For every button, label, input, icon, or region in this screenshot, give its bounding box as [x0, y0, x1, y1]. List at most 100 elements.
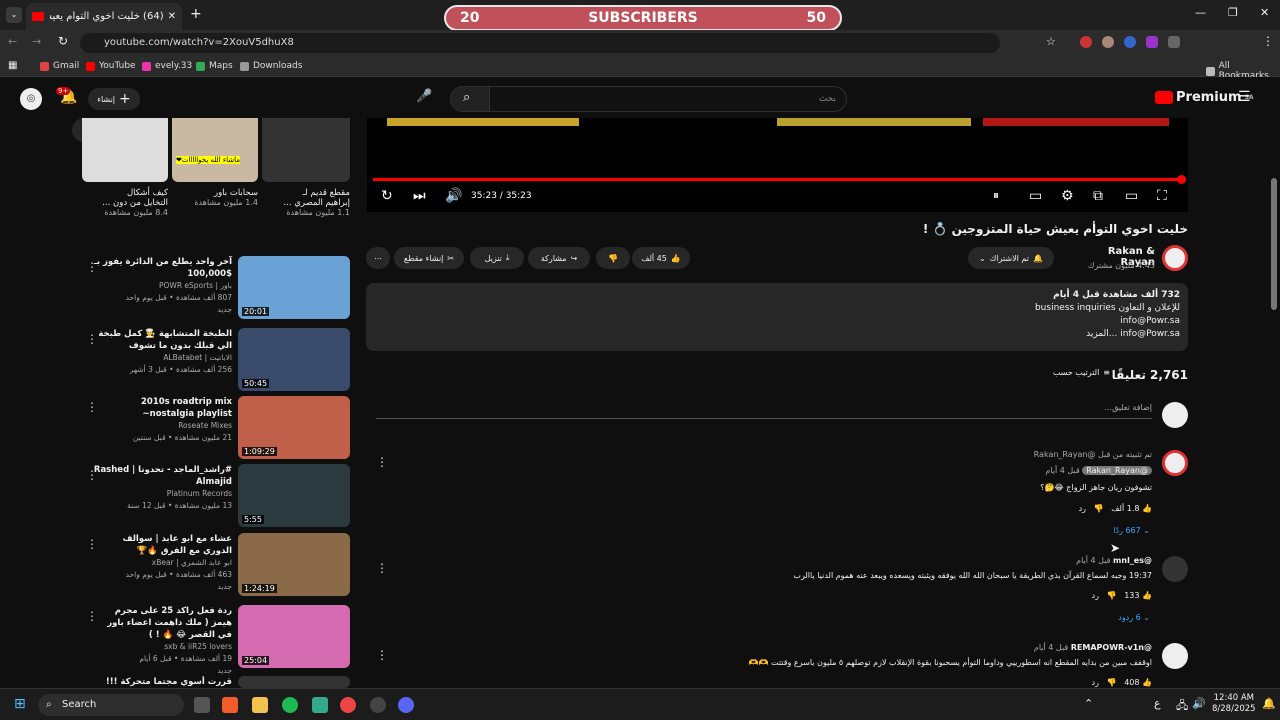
- clock[interactable]: 12:40 AM 8/28/2025: [1212, 693, 1256, 715]
- comment-author[interactable]: @REMAPOWR-v1n قبل 4 أيام: [900, 643, 1152, 652]
- more-options-icon[interactable]: ⋮: [86, 609, 98, 623]
- search-input[interactable]: بحث: [489, 86, 847, 112]
- chrome-icon[interactable]: [340, 697, 356, 713]
- reload-icon[interactable]: ↻: [58, 34, 68, 48]
- sort-button[interactable]: ≡ الترتيب حسب: [1040, 368, 1110, 377]
- short-thumb[interactable]: [262, 118, 350, 182]
- more-options-icon[interactable]: ⋮: [86, 400, 98, 414]
- comment-like-count[interactable]: 👍 408 👎 رد: [1000, 678, 1152, 687]
- clip-button[interactable]: ✂ إنشاء مقطع: [394, 247, 464, 269]
- brave-icon[interactable]: [222, 697, 238, 713]
- rail-video[interactable]: 20:01 آخر واحد يطلع من الدائرة يفوز بـ $…: [86, 256, 350, 320]
- create-button[interactable]: + إنشاء: [88, 88, 140, 110]
- fullscreen-icon[interactable]: ⛶: [1157, 188, 1167, 204]
- description-more[interactable]: info@Powr.sa ...المزيد: [374, 328, 1180, 341]
- voice-search-icon[interactable]: 🎤: [416, 89, 432, 104]
- comment-like-count[interactable]: 👍 133 👎 رد: [1000, 591, 1152, 600]
- restore-icon[interactable]: ❐: [1228, 6, 1238, 19]
- taskbar-search[interactable]: ⌕ Search: [38, 694, 184, 716]
- notification-center-icon[interactable]: 🔔: [1262, 697, 1276, 710]
- search-button[interactable]: ⌕: [450, 86, 490, 112]
- thumbs-down-icon[interactable]: 👎: [1107, 678, 1117, 687]
- video-thumbnail[interactable]: 20:01: [238, 256, 350, 319]
- view-replies-button[interactable]: ⌄ 667 ردًا: [1050, 526, 1150, 535]
- browser-tab[interactable]: (64) خليت اخوي التوأم يعيش حيا ✕: [26, 3, 182, 30]
- thumbs-down-icon[interactable]: 👎: [1094, 504, 1104, 513]
- dislike-button[interactable]: 👎: [596, 247, 630, 269]
- more-options-icon[interactable]: ⋮: [86, 537, 98, 551]
- new-tab-icon[interactable]: +: [190, 6, 202, 22]
- reply-button[interactable]: رد: [1092, 591, 1099, 600]
- apps-grid-icon[interactable]: ▦: [8, 60, 17, 71]
- autoplay-toggle[interactable]: ⏸: [993, 188, 999, 203]
- taskview-icon[interactable]: [194, 697, 210, 713]
- volume-icon[interactable]: 🔊: [445, 188, 462, 204]
- share-button[interactable]: ↪ مشاركة: [528, 247, 590, 269]
- more-options-icon[interactable]: ⋮: [86, 468, 98, 482]
- comment-avatar[interactable]: [1162, 556, 1188, 582]
- replay-icon[interactable]: ↻: [381, 188, 393, 204]
- bookmark-maps[interactable]: Maps: [196, 61, 233, 71]
- theater-mode-icon[interactable]: ▭: [1125, 188, 1138, 204]
- next-icon[interactable]: ⏭: [413, 188, 426, 204]
- more-options-icon[interactable]: ⋮: [376, 561, 388, 575]
- page-scrollbar[interactable]: [1271, 178, 1277, 310]
- progress-bar[interactable]: [373, 178, 1182, 181]
- back-icon[interactable]: ←: [8, 35, 17, 48]
- discord-icon[interactable]: [398, 697, 414, 713]
- explorer-icon[interactable]: [252, 697, 268, 713]
- download-button[interactable]: ⤓ تنزيل: [470, 247, 524, 269]
- bookmark-star-icon[interactable]: ☆: [1046, 35, 1056, 48]
- like-button[interactable]: 👍 45 ألف: [632, 247, 690, 269]
- rail-video[interactable]: 5:55 #راشد_الماجد - تحدونا | Rashed Alma…: [86, 464, 350, 528]
- guide-menu-icon[interactable]: ☰: [1238, 89, 1251, 105]
- short-thumb[interactable]: ماشاء الله يخوااااات❤: [172, 118, 258, 182]
- volume-tray-icon[interactable]: 🔊: [1192, 697, 1206, 710]
- add-comment-input[interactable]: إضافة تعليق...: [376, 403, 1152, 419]
- spotify-icon[interactable]: [282, 697, 298, 713]
- view-replies-button[interactable]: ⌄ 6 ردود: [1050, 613, 1150, 622]
- comment-like-count[interactable]: 👍 1.8 ألف 👎 رد: [1000, 504, 1152, 513]
- channel-avatar[interactable]: [1162, 245, 1188, 271]
- more-options-icon[interactable]: ⋮: [86, 260, 98, 274]
- rail-video[interactable]: 1:09:29 2010s roadtrip mix ~nostalgia pl…: [86, 396, 350, 460]
- rail-video[interactable]: 25:04 ردة فعل راكد 25 على مجرم هيمز ( مل…: [86, 605, 350, 675]
- more-options-icon[interactable]: ⋮: [86, 332, 98, 346]
- more-options-icon[interactable]: ⋮: [376, 648, 388, 662]
- minimize-icon[interactable]: —: [1195, 6, 1206, 19]
- bookmark-evely[interactable]: evely.33: [142, 61, 192, 71]
- bookmark-youtube[interactable]: YouTube: [86, 61, 136, 71]
- tray-chevron-icon[interactable]: ⌃: [1084, 697, 1093, 710]
- settings-gear-icon[interactable]: ⚙: [1061, 188, 1074, 204]
- video-thumbnail[interactable]: 25:04: [238, 605, 350, 668]
- close-tab-icon[interactable]: ✕: [168, 11, 176, 22]
- video-thumbnail[interactable]: [238, 676, 350, 688]
- tab-search-button[interactable]: ⌄: [6, 7, 22, 23]
- more-options-icon[interactable]: ⋮: [376, 455, 388, 469]
- comment-author[interactable]: @Rakan_Rayan قبل 4 أيام: [900, 466, 1152, 475]
- reply-button[interactable]: رد: [1092, 678, 1099, 687]
- windows-start-icon[interactable]: ⊞: [14, 696, 26, 712]
- close-window-icon[interactable]: ✕: [1260, 6, 1269, 19]
- video-player[interactable]: ↻ ⏭ 🔊 35:23 / 35:23 ⏸ ▭ ⚙ ⧉ ▭ ⛶: [367, 118, 1188, 212]
- rail-video[interactable]: 1:24:19 عشاء مع ابو عابد | سوالف الدوري …: [86, 533, 350, 597]
- description-box[interactable]: 732 ألف مشاهدة قبل 4 أيام للإعلان و التع…: [366, 283, 1188, 351]
- bookmark-gmail[interactable]: Gmail: [40, 61, 79, 71]
- extensions-icons[interactable]: [1080, 36, 1220, 50]
- forward-icon[interactable]: →: [32, 35, 41, 48]
- obs-icon[interactable]: [370, 697, 386, 713]
- avatar[interactable]: ◎: [20, 88, 42, 110]
- rail-video[interactable]: قررت أسوي مجتما متحركة !!!: [86, 676, 350, 688]
- menu-dots-icon[interactable]: ⋮: [1262, 34, 1274, 48]
- video-thumbnail[interactable]: 1:24:19: [238, 533, 350, 596]
- subscribed-button[interactable]: 🔔 تم الاشتراك ⌄: [968, 247, 1054, 269]
- captions-icon[interactable]: ▭: [1029, 188, 1042, 204]
- short-title[interactable]: كيف أشكال التخايل من دون ... 8.4 مليون مش…: [100, 188, 168, 218]
- app-icon[interactable]: [312, 697, 328, 713]
- reply-button[interactable]: رد: [1079, 504, 1086, 513]
- short-thumb[interactable]: [82, 118, 168, 182]
- video-thumbnail[interactable]: 5:55: [238, 464, 350, 527]
- short-title[interactable]: سحابات باور 1.4 مليون مشاهدة: [190, 188, 258, 208]
- video-thumbnail[interactable]: 1:09:29: [238, 396, 350, 459]
- url-field[interactable]: youtube.com/watch?v=2XouV5dhuX8: [80, 33, 1000, 53]
